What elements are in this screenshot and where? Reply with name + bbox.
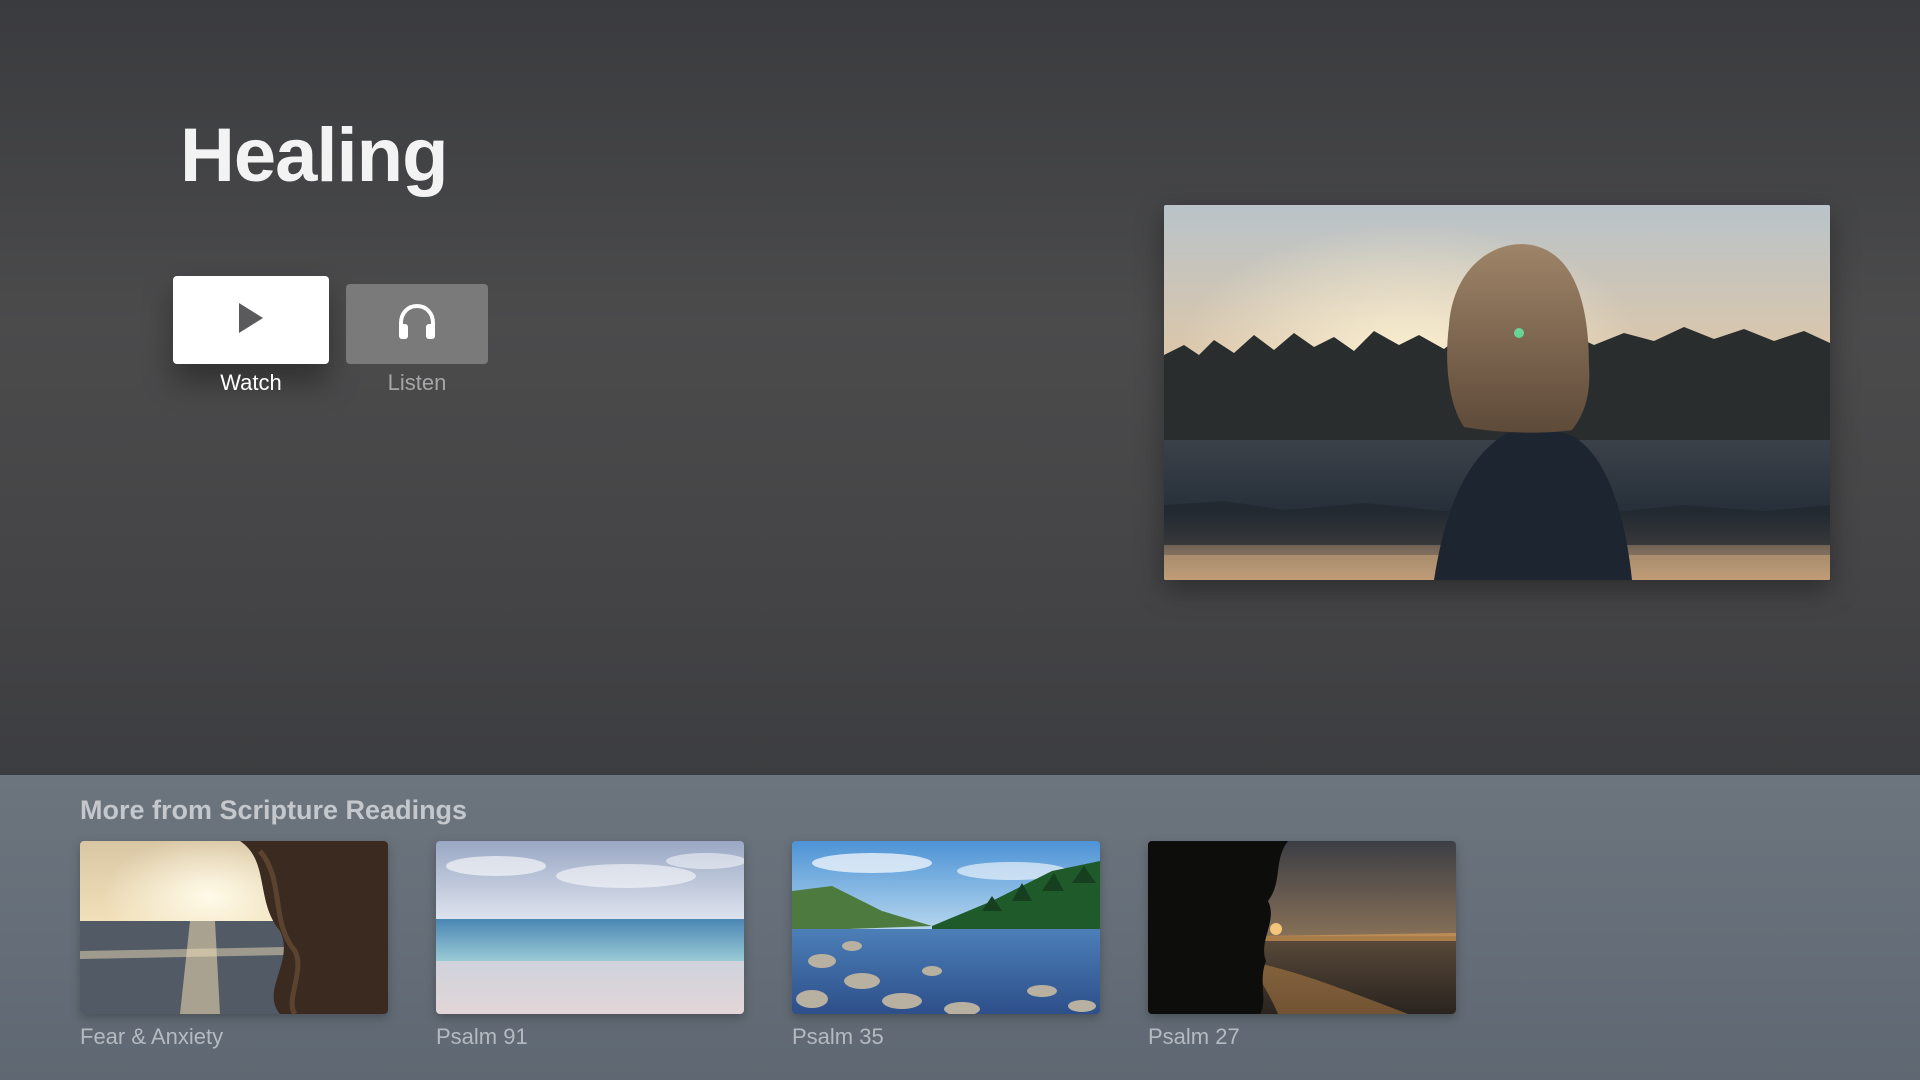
hero-image (1164, 205, 1830, 580)
page-title: Healing (180, 113, 448, 198)
mountain-lake-rocks-photo (792, 841, 1100, 1014)
shelf-thumbnail[interactable] (80, 841, 388, 1014)
shelf-item-label: Fear & Anxiety (80, 1024, 224, 1049)
shelf-item-label: Psalm 35 (792, 1024, 884, 1049)
shelf-item-psalm-35[interactable]: Psalm 35 (792, 841, 1100, 1050)
calm-beach-photo (436, 841, 744, 1014)
woman-hair-sea-sunset-photo (80, 841, 388, 1014)
woman-at-lake-sunset-photo (1164, 205, 1830, 580)
shelf-thumbnail[interactable] (436, 841, 744, 1014)
shelf-item-fear-anxiety[interactable]: Fear & Anxiety (80, 841, 388, 1050)
more-shelf: More from Scripture Readings Fear & Anxi… (0, 775, 1920, 1080)
watch-button[interactable] (173, 276, 329, 364)
shelf-thumbnail[interactable] (1148, 841, 1456, 1014)
shelf-item-label: Psalm 91 (436, 1024, 528, 1049)
shelf-item-psalm-91[interactable]: Psalm 91 (436, 841, 744, 1050)
listen-label: Listen (387, 370, 447, 395)
beach-sunset-trees-photo (1148, 841, 1456, 1014)
shelf-item-label: Psalm 27 (1148, 1024, 1240, 1049)
shelf-thumbnail[interactable] (792, 841, 1100, 1014)
shelf-item-psalm-27[interactable]: Psalm 27 (1148, 841, 1456, 1050)
watch-label: Watch (220, 370, 282, 395)
shelf-title: More from Scripture Readings (80, 795, 468, 825)
play-icon (236, 301, 266, 340)
headphones-icon (396, 302, 438, 347)
listen-button[interactable] (346, 284, 488, 364)
